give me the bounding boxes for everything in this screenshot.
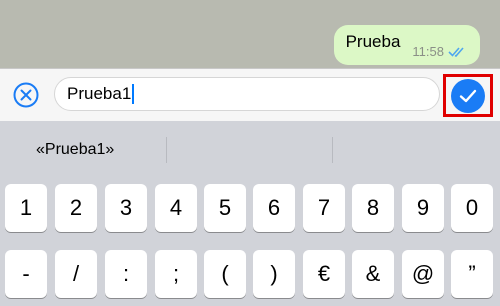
confirm-edit-button[interactable]	[451, 78, 485, 113]
key-0[interactable]: 0	[451, 184, 493, 232]
message-text: Prueba	[345, 32, 401, 51]
key-close-paren[interactable]: )	[253, 250, 295, 298]
key-ampersand[interactable]: &	[352, 250, 394, 298]
key-euro[interactable]: €	[303, 250, 345, 298]
key-semicolon[interactable]: ;	[155, 250, 197, 298]
suggestion-divider	[166, 137, 167, 163]
circle-x-icon[interactable]	[13, 82, 39, 108]
key-5[interactable]: 5	[204, 184, 246, 232]
message-edit-input[interactable]: Prueba1	[54, 77, 440, 111]
input-value: Prueba1	[67, 84, 132, 103]
key-4[interactable]: 4	[155, 184, 197, 232]
key-colon[interactable]: :	[105, 250, 147, 298]
key-6[interactable]: 6	[253, 184, 295, 232]
key-slash[interactable]: /	[55, 250, 97, 298]
message-time: 11:58	[412, 43, 444, 59]
chat-background: Prueba 11:58	[0, 0, 500, 68]
key-open-paren[interactable]: (	[204, 250, 246, 298]
edit-message-bar: Prueba1	[0, 68, 500, 122]
key-9[interactable]: 9	[402, 184, 444, 232]
key-quote[interactable]: ”	[451, 250, 493, 298]
text-caret	[132, 84, 135, 104]
message-bubble[interactable]: Prueba 11:58	[333, 25, 480, 65]
key-2[interactable]: 2	[55, 184, 97, 232]
suggestion-1[interactable]: «Prueba1»	[36, 121, 114, 179]
confirm-highlight-box	[443, 74, 493, 117]
predictive-text-bar: «Prueba1»	[0, 121, 500, 179]
suggestion-divider	[332, 137, 333, 163]
key-3[interactable]: 3	[105, 184, 147, 232]
checkmark-icon	[459, 89, 477, 102]
double-check-icon	[448, 46, 466, 57]
key-8[interactable]: 8	[352, 184, 394, 232]
key-hyphen[interactable]: -	[5, 250, 47, 298]
key-1[interactable]: 1	[5, 184, 47, 232]
key-at[interactable]: @	[402, 250, 444, 298]
key-7[interactable]: 7	[303, 184, 345, 232]
